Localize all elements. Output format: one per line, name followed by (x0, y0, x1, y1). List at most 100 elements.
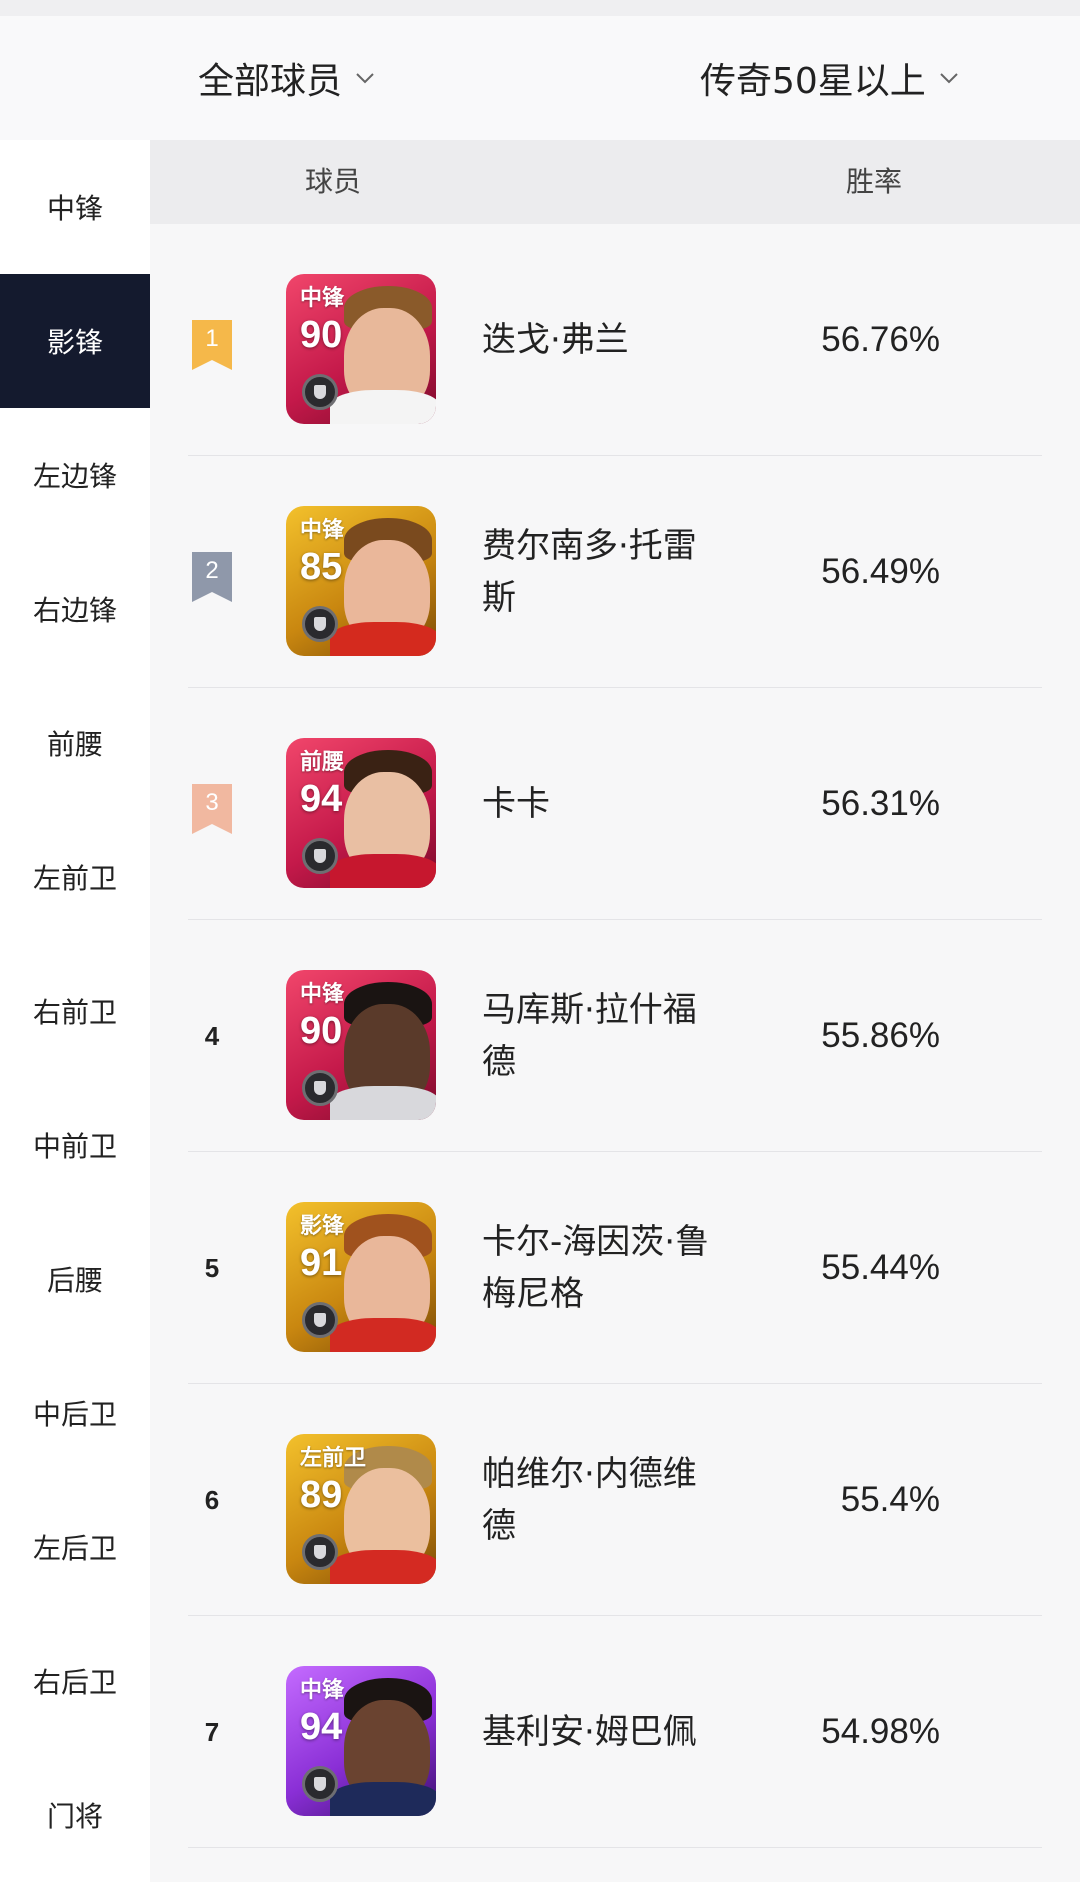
sidebar-item-label: 中后卫 (32, 1398, 117, 1431)
player-shirt (330, 1782, 436, 1816)
player-shirt (330, 1086, 436, 1120)
status-strip (0, 0, 1080, 16)
player-scope-label: 全部球员 (198, 61, 343, 102)
sidebar-item-label: 左后卫 (32, 1532, 117, 1565)
card-rating: 90 (300, 314, 343, 356)
win-rate: 55.86% (821, 1016, 940, 1055)
sidebar-item-amf[interactable]: 前腰 (0, 676, 150, 810)
sidebar-item-label: 后腰 (46, 1264, 103, 1297)
table-row[interactable]: 1 中锋 90 迭戈·弗兰 56.76% (150, 224, 1080, 456)
sidebar-item-cb[interactable]: 中后卫 (0, 1346, 150, 1480)
win-rate: 55.4% (840, 1480, 940, 1519)
team-emblem-icon (302, 606, 338, 642)
header-win-rate: 胜率 (846, 165, 903, 198)
rank-number: 3 (205, 789, 219, 816)
chevron-down-icon (940, 73, 958, 84)
sidebar-item-label: 影锋 (46, 326, 103, 359)
sidebar-item-label: 中锋 (46, 192, 103, 225)
star-filter-label: 传奇50星以上 (700, 61, 926, 102)
win-rate: 54.98% (821, 1712, 940, 1751)
team-emblem-icon (302, 1766, 338, 1802)
team-emblem-icon (302, 1534, 338, 1570)
card-rating: 90 (300, 1010, 343, 1052)
table-row[interactable]: 2 中锋 85 费尔南多·托雷斯 56.49% (150, 456, 1080, 688)
player-name: 迭戈·弗兰 (482, 320, 629, 360)
card-rating: 89 (300, 1474, 343, 1516)
player-card[interactable]: 左前卫 89 (286, 1434, 436, 1584)
player-card[interactable]: 中锋 90 (286, 274, 436, 424)
sidebar-item-label: 前腰 (46, 728, 103, 761)
player-card[interactable]: 中锋 85 (286, 506, 436, 656)
player-name: 费尔南多·托雷斯 (482, 526, 697, 618)
player-shirt (330, 1318, 436, 1352)
ribbon-badge-icon: 1 (192, 320, 232, 370)
table-row[interactable]: 7 中锋 94 基利安·姆巴佩 54.98% (150, 1616, 1080, 1848)
player-name: 卡尔-海因茨·鲁梅尼格 (482, 1222, 710, 1314)
sidebar-item-label: 左边锋 (32, 460, 117, 493)
card-position: 左前卫 (300, 1446, 367, 1471)
win-rate: 56.76% (821, 320, 940, 359)
chevron-down-icon (356, 73, 374, 84)
card-rating: 94 (300, 778, 343, 820)
table-row[interactable]: 5 影锋 91 卡尔-海因茨·鲁梅尼格 55.44% (150, 1152, 1080, 1384)
sidebar-item-cf[interactable]: 中锋 (0, 140, 150, 274)
position-sidebar: 中锋 影锋 左边锋 右边锋 前腰 左前卫 右前卫 中前卫 后腰 中后卫 左后卫 … (0, 140, 150, 1882)
team-emblem-icon (302, 374, 338, 410)
rank-number: 1 (205, 325, 219, 352)
table-row[interactable]: 3 前腰 94 卡卡 56.31% (150, 688, 1080, 920)
sidebar-item-label: 左前卫 (32, 862, 117, 895)
sidebar-item-label: 右前卫 (32, 996, 117, 1029)
sidebar-item-gk[interactable]: 门将 (0, 1748, 150, 1882)
player-name: 马库斯·拉什福德 (482, 990, 697, 1082)
player-name: 基利安·姆巴佩 (482, 1712, 697, 1752)
sidebar-item-lwf[interactable]: 左边锋 (0, 408, 150, 542)
sidebar-item-label: 右后卫 (32, 1666, 117, 1699)
sidebar-item-cmf[interactable]: 中前卫 (0, 1078, 150, 1212)
sidebar-item-dmf[interactable]: 后腰 (0, 1212, 150, 1346)
player-card[interactable]: 中锋 94 (286, 1666, 436, 1816)
ranking-table: 球员 胜率 1 中锋 90 迭戈·弗兰 56.76% 2 中锋 85 费尔南多·… (150, 140, 1080, 1882)
rank-number: 6 (204, 1485, 220, 1515)
table-header: 球员 胜率 (150, 140, 1080, 224)
win-rate: 55.44% (821, 1248, 940, 1287)
card-position: 中锋 (300, 982, 345, 1007)
sidebar-item-lmf[interactable]: 左前卫 (0, 810, 150, 944)
rank-number: 2 (205, 557, 219, 584)
sidebar-item-rwf[interactable]: 右边锋 (0, 542, 150, 676)
player-card[interactable]: 影锋 91 (286, 1202, 436, 1352)
sidebar-item-ss[interactable]: 影锋 (0, 274, 150, 408)
rank-number: 4 (204, 1021, 220, 1051)
player-shirt (330, 622, 436, 656)
star-filter-dropdown[interactable]: 传奇50星以上 (700, 16, 960, 140)
table-row[interactable]: 6 左前卫 89 帕维尔·内德维德 55.4% (150, 1384, 1080, 1616)
win-rate: 56.49% (821, 552, 940, 591)
sidebar-item-rb[interactable]: 右后卫 (0, 1614, 150, 1748)
player-card[interactable]: 前腰 94 (286, 738, 436, 888)
card-position: 影锋 (300, 1214, 345, 1239)
sidebar-item-label: 门将 (46, 1800, 103, 1833)
card-rating: 91 (300, 1242, 343, 1284)
sidebar-item-label: 中前卫 (32, 1130, 117, 1163)
player-card[interactable]: 中锋 90 (286, 970, 436, 1120)
filter-bar: 全部球员 传奇50星以上 (0, 16, 1080, 140)
ribbon-badge-icon: 3 (192, 784, 232, 834)
team-emblem-icon (302, 1302, 338, 1338)
sidebar-item-label: 右边锋 (32, 594, 117, 627)
player-scope-dropdown[interactable]: 全部球员 (198, 16, 376, 140)
header-player: 球员 (305, 165, 362, 198)
ribbon-badge-icon: 2 (192, 552, 232, 602)
card-rating: 94 (300, 1706, 343, 1748)
card-position: 中锋 (300, 518, 345, 543)
team-emblem-icon (302, 838, 338, 874)
player-name: 帕维尔·内德维德 (482, 1454, 697, 1546)
player-shirt (330, 1550, 436, 1584)
card-position: 中锋 (300, 286, 345, 311)
rank-number: 7 (204, 1717, 220, 1747)
table-row[interactable]: 4 中锋 90 马库斯·拉什福德 55.86% (150, 920, 1080, 1152)
win-rate: 56.31% (821, 784, 940, 823)
sidebar-item-lb[interactable]: 左后卫 (0, 1480, 150, 1614)
rank-number: 5 (204, 1253, 220, 1283)
card-position: 中锋 (300, 1678, 345, 1703)
sidebar-item-rmf[interactable]: 右前卫 (0, 944, 150, 1078)
card-position: 前腰 (300, 750, 345, 775)
